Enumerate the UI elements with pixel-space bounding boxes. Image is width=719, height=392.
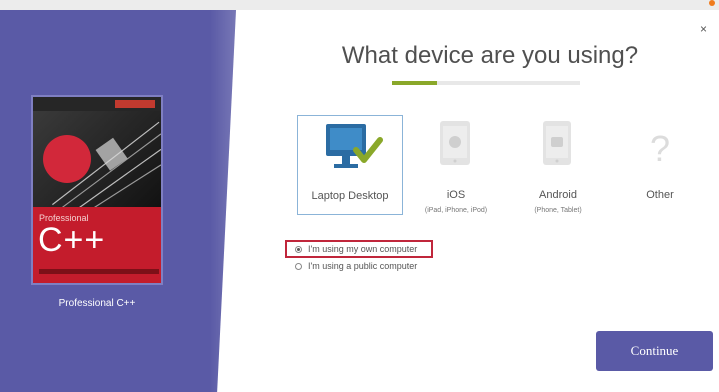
cover-title-text: C++ [38,221,106,259]
device-option-laptop-desktop[interactable]: Laptop Desktop [297,115,403,215]
cover-authors-strip [39,269,159,274]
device-sublabel: (iPad, iPhone, iPod) [424,207,488,214]
page-title: What device are you using? [341,42,639,69]
device-label: Android [539,189,577,201]
radio-own-computer[interactable]: I'm using my own computer [285,240,434,258]
question-mark-icon: ? [650,128,670,169]
device-option-android[interactable]: Android (Phone, Tablet) [505,115,611,215]
book-title-label: Professional C++ [58,298,136,309]
device-label: iOS [446,189,466,201]
radio-public-computer[interactable]: I'm using a public computer [285,258,433,274]
svg-text:?: ? [650,128,670,169]
device-label: Laptop Desktop [311,190,389,202]
progress-fill [392,81,438,85]
cover-wrox-tag [115,100,155,108]
radio-selected-icon [295,245,302,253]
android-device-icon [543,121,571,165]
radio-unselected-icon [295,262,302,270]
monitor-check-icon [326,124,383,168]
notification-dot [709,0,715,6]
top-strip [0,0,719,10]
radio-label: I'm using a public computer [308,261,418,271]
device-label: Other [646,189,674,201]
progress-bar [392,81,580,85]
device-option-ios[interactable]: iOS (iPad, iPhone, iPod) [403,115,509,215]
book-cover: Professional C++ [31,95,163,285]
computer-type-options: I'm using my own computer I'm using a pu… [285,240,434,274]
apple-device-icon [440,121,470,165]
radio-label: I'm using my own computer [308,244,418,254]
device-sublabel: (Phone, Tablet) [534,207,582,214]
continue-button[interactable]: Continue [596,331,713,371]
cover-guitar-pick [43,135,91,183]
device-option-other[interactable]: ? Other [607,115,713,215]
close-icon[interactable]: × [700,22,707,36]
